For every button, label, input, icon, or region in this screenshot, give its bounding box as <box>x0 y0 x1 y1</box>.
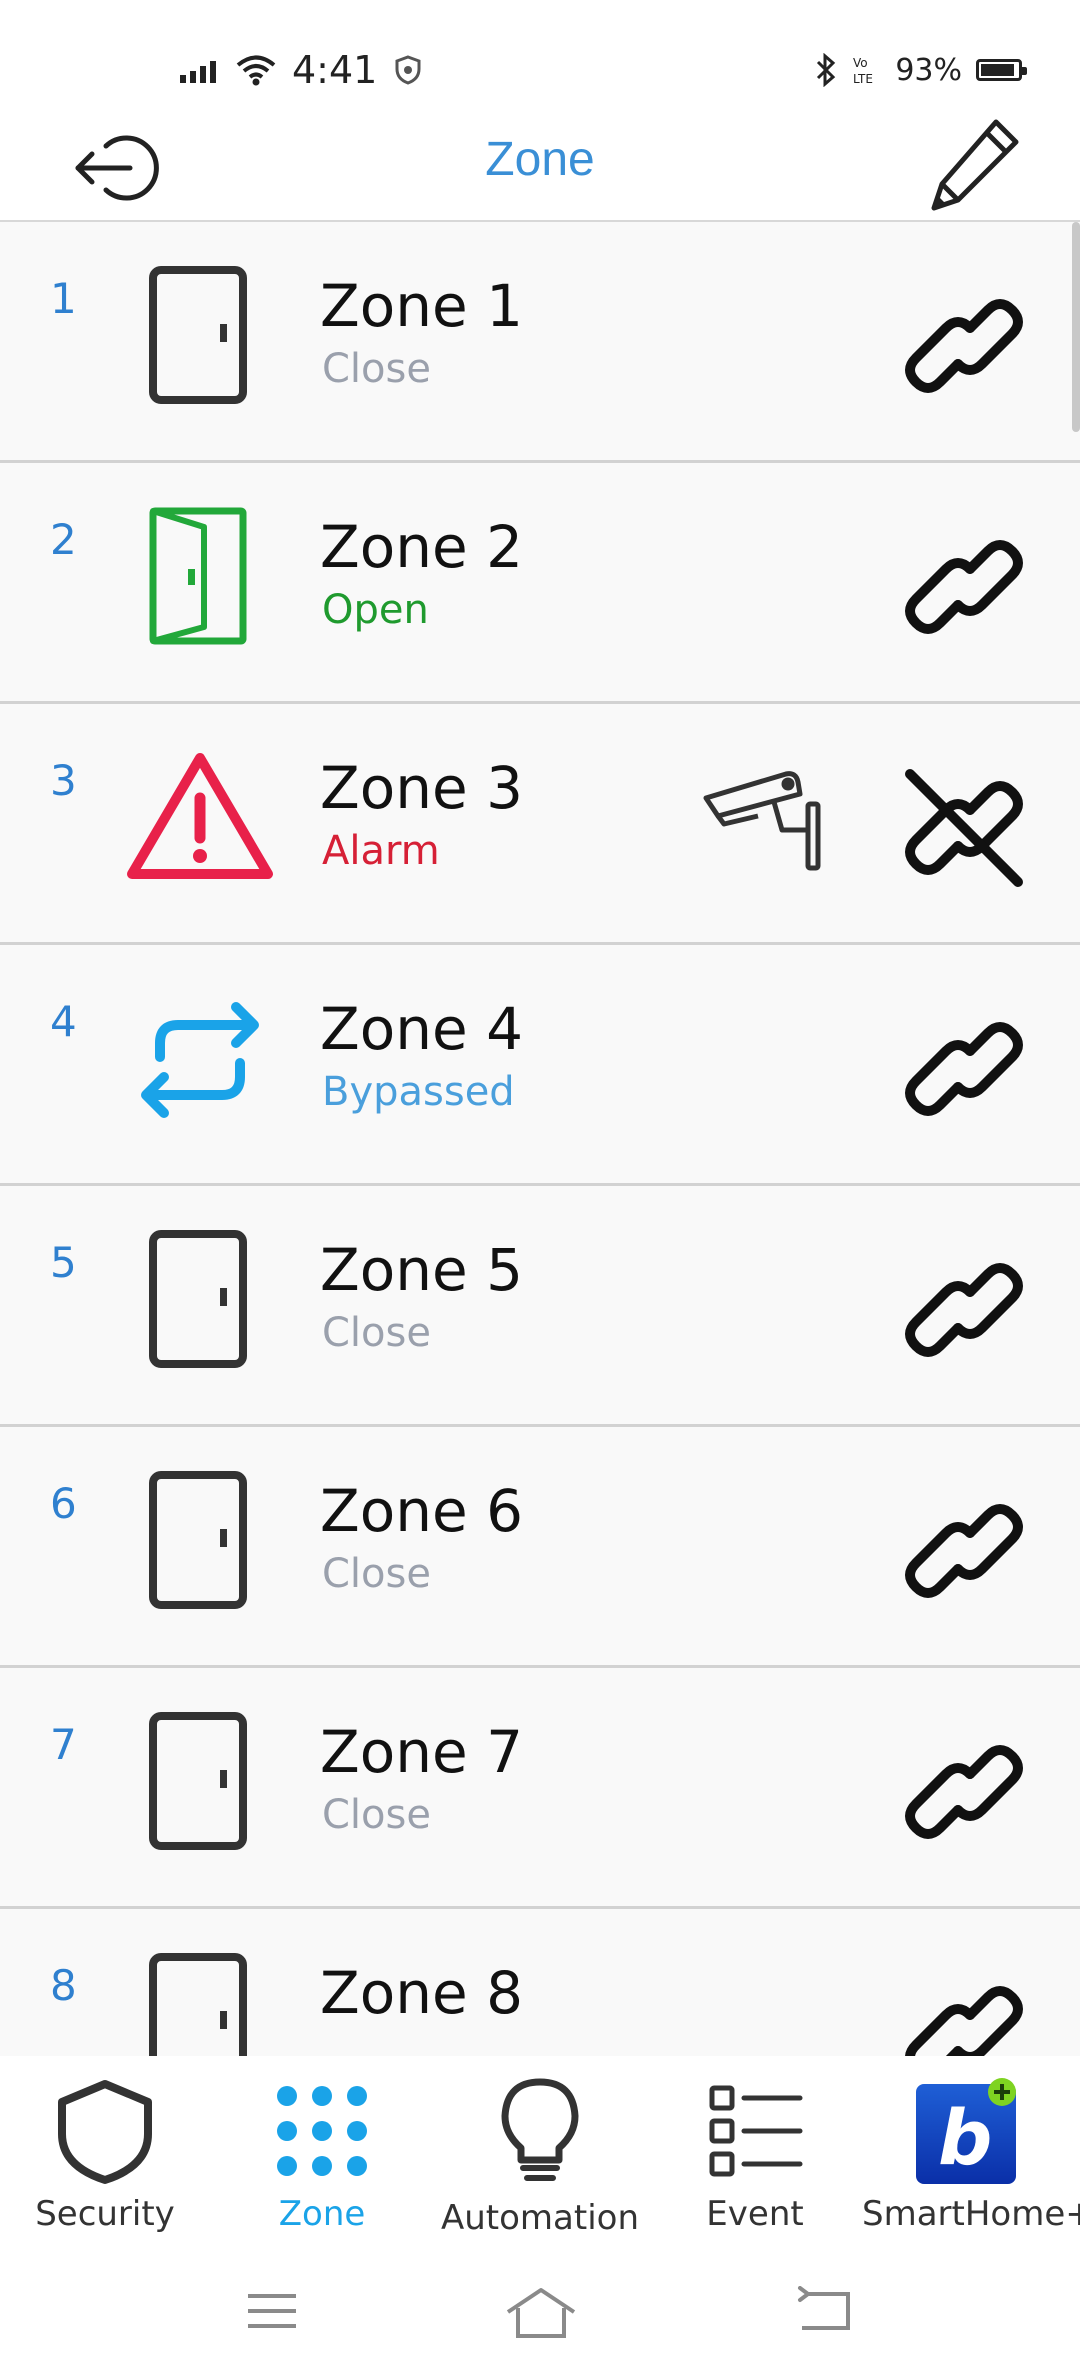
link-icon[interactable] <box>900 1728 1028 1856</box>
zone-name: Zone 2 <box>320 513 523 581</box>
zone-row[interactable]: 8 Zone 8 <box>0 1909 1080 2056</box>
battery-percent: 93% <box>895 52 962 88</box>
svg-text:LTE: LTE <box>853 72 873 86</box>
zone-number: 8 <box>50 1961 77 2010</box>
lightbulb-icon <box>501 2078 579 2181</box>
zone-row[interactable]: 2 Zone 2 Open <box>0 463 1080 704</box>
zone-row[interactable]: 4 Zone 4 Bypassed <box>0 945 1080 1186</box>
unlink-icon[interactable] <box>900 764 1028 892</box>
link-icon[interactable] <box>900 1005 1028 1133</box>
zone-row[interactable]: 3 Zone 3 Alarm <box>0 704 1080 945</box>
nav-smarthome-label: SmartHome+ <box>862 2194 1080 2234</box>
nav-event-label: Event <box>706 2194 804 2234</box>
zone-name: Zone 3 <box>320 754 523 822</box>
status-bar: 4:41 Vo LTE 93% <box>0 0 1080 120</box>
volte-icon: Vo LTE <box>853 56 873 86</box>
svg-text:b: b <box>938 2093 992 2182</box>
zone-status: Close <box>322 1792 431 1838</box>
zone-row[interactable]: 6 Zone 6 Close <box>0 1427 1080 1668</box>
vpn-shield-icon <box>395 55 421 85</box>
zone-status: Open <box>322 587 429 633</box>
link-icon[interactable] <box>900 282 1028 410</box>
app-header: Zone <box>0 110 1080 223</box>
zone-number: 6 <box>50 1479 77 1528</box>
link-icon[interactable] <box>900 1969 1028 2056</box>
zone-name: Zone 6 <box>320 1477 523 1545</box>
link-icon[interactable] <box>900 1487 1028 1615</box>
zone-row[interactable]: 7 Zone 7 Close <box>0 1668 1080 1909</box>
link-icon[interactable] <box>900 1246 1028 1374</box>
nav-security[interactable]: Security <box>10 2056 200 2256</box>
zone-number: 2 <box>50 515 77 564</box>
bluetooth-icon <box>817 53 836 87</box>
zone-name: Zone 4 <box>320 995 523 1063</box>
zone-name: Zone 8 <box>320 1959 523 2027</box>
door-closed-icon <box>120 262 280 412</box>
nav-automation[interactable]: Automation <box>430 2056 650 2256</box>
pencil-icon[interactable] <box>924 114 1022 214</box>
svg-text:Vo: Vo <box>853 56 868 70</box>
bottom-nav: Security Zone Automation Event b SmartHo… <box>0 2056 1080 2256</box>
home-icon[interactable] <box>504 2286 578 2342</box>
zone-status: Close <box>322 1310 431 1356</box>
zone-name: Zone 1 <box>320 272 523 340</box>
menu-icon[interactable] <box>244 2286 300 2336</box>
back-icon[interactable] <box>794 2286 854 2336</box>
zone-number: 3 <box>50 756 77 805</box>
camera-icon[interactable] <box>700 764 830 874</box>
zone-row[interactable]: 1 Zone 1 Close <box>0 222 1080 463</box>
grid-dots-icon <box>277 2086 367 2176</box>
door-closed-icon <box>120 1226 280 1376</box>
status-time: 4:41 <box>292 48 378 92</box>
signal-icon <box>180 61 216 83</box>
zone-number: 4 <box>50 997 77 1046</box>
wifi-icon <box>236 55 276 86</box>
zone-row[interactable]: 5 Zone 5 Close <box>0 1186 1080 1427</box>
alarm-warning-icon <box>120 744 280 894</box>
door-open-icon <box>120 503 280 653</box>
nav-security-label: Security <box>35 2194 175 2234</box>
zone-name: Zone 7 <box>320 1718 523 1786</box>
zone-name: Zone 5 <box>320 1236 523 1304</box>
battery-icon <box>976 59 1027 81</box>
nav-smarthome[interactable]: b SmartHome+ <box>862 2056 1080 2256</box>
door-closed-icon <box>120 1949 280 2056</box>
zone-list[interactable]: 1 Zone 1 Close 2 Zone 2 Open 3 Zone 3 Alarm 4 Zone… <box>0 222 1080 2056</box>
page-title: Zone <box>485 133 595 186</box>
nav-event[interactable]: Event <box>670 2056 840 2256</box>
link-icon[interactable] <box>900 523 1028 651</box>
scrollbar-thumb[interactable] <box>1072 222 1080 432</box>
smarthome-app-icon: b <box>916 2078 1016 2184</box>
zone-status: Alarm <box>322 828 440 874</box>
nav-zone-label: Zone <box>278 2194 366 2234</box>
zone-number: 1 <box>50 274 77 323</box>
bypass-arrows-icon <box>120 985 280 1135</box>
zone-status: Close <box>322 346 431 392</box>
status-right: Vo LTE 93% <box>815 40 1027 100</box>
zone-status: Close <box>322 1551 431 1597</box>
door-closed-icon <box>120 1467 280 1617</box>
system-nav-bar <box>0 2256 1080 2376</box>
nav-zone[interactable]: Zone <box>232 2056 412 2256</box>
zone-number: 5 <box>50 1238 77 1287</box>
status-left: 4:41 <box>180 40 423 100</box>
list-icon <box>709 2085 803 2177</box>
door-closed-icon <box>120 1708 280 1858</box>
zone-status: Bypassed <box>322 1069 515 1115</box>
battery-fill <box>981 64 1015 76</box>
shield-icon <box>58 2080 152 2184</box>
nav-automation-label: Automation <box>440 2198 640 2238</box>
zone-number: 7 <box>50 1720 77 1769</box>
